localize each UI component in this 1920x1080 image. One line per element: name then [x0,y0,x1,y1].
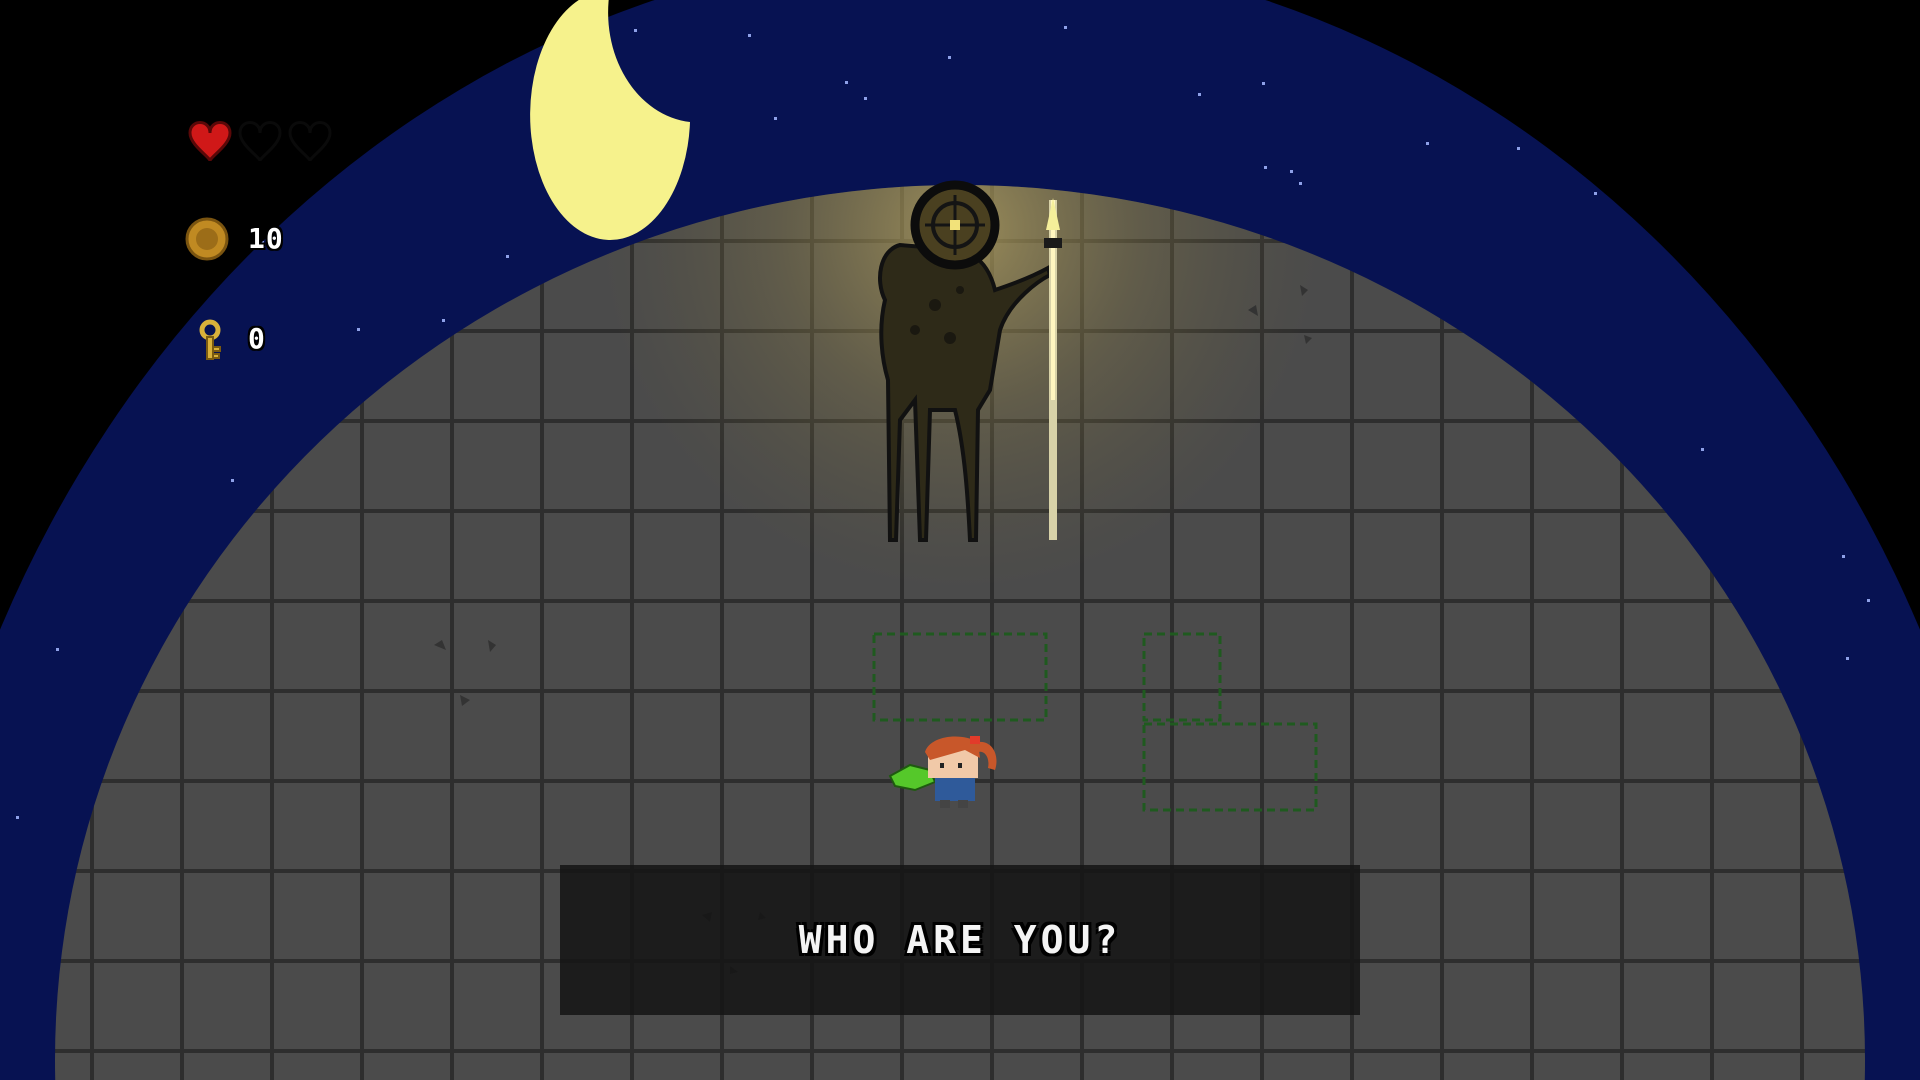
star [1701,448,1704,451]
dialog-text: WHO ARE YOU? [798,918,1122,962]
star [16,816,19,819]
star [357,328,360,331]
star [1834,204,1837,207]
star [46,166,49,169]
heart-empty-icon [288,121,332,162]
star [1262,82,1265,85]
star [748,34,751,37]
star [56,648,59,651]
star [159,73,162,76]
star [506,255,509,258]
star [442,319,445,322]
star [231,479,234,482]
star [1833,350,1836,353]
star [1619,157,1622,160]
star [1426,142,1429,145]
star [864,97,867,100]
star [221,263,224,266]
star [163,176,166,179]
star [1842,555,1845,558]
star [165,227,168,230]
heart-empty-icon [238,121,282,162]
star [1634,31,1637,34]
star [1720,285,1723,288]
coin-icon [185,217,229,261]
key-count: 0 [248,322,266,355]
star [338,54,341,57]
star [13,388,16,391]
star [123,384,126,387]
star [1846,657,1849,660]
star [1594,192,1597,195]
star [634,29,637,32]
star [99,398,102,401]
star [1728,113,1731,116]
star [1517,147,1520,150]
heart-full-icon [188,121,232,162]
star [845,81,848,84]
star [157,22,160,25]
star [1867,599,1870,602]
star [1264,166,1267,169]
star [1064,26,1067,29]
dialog-box[interactable]: WHO ARE YOU? [560,865,1360,1015]
star [948,56,951,59]
star [67,420,70,423]
star [1198,93,1201,96]
star [1290,170,1293,173]
star [1299,182,1302,185]
star [774,117,777,120]
coin-count: 10 [248,222,284,255]
star [323,40,326,43]
health-hearts [188,121,332,162]
star [91,445,94,448]
star [316,0,319,3]
